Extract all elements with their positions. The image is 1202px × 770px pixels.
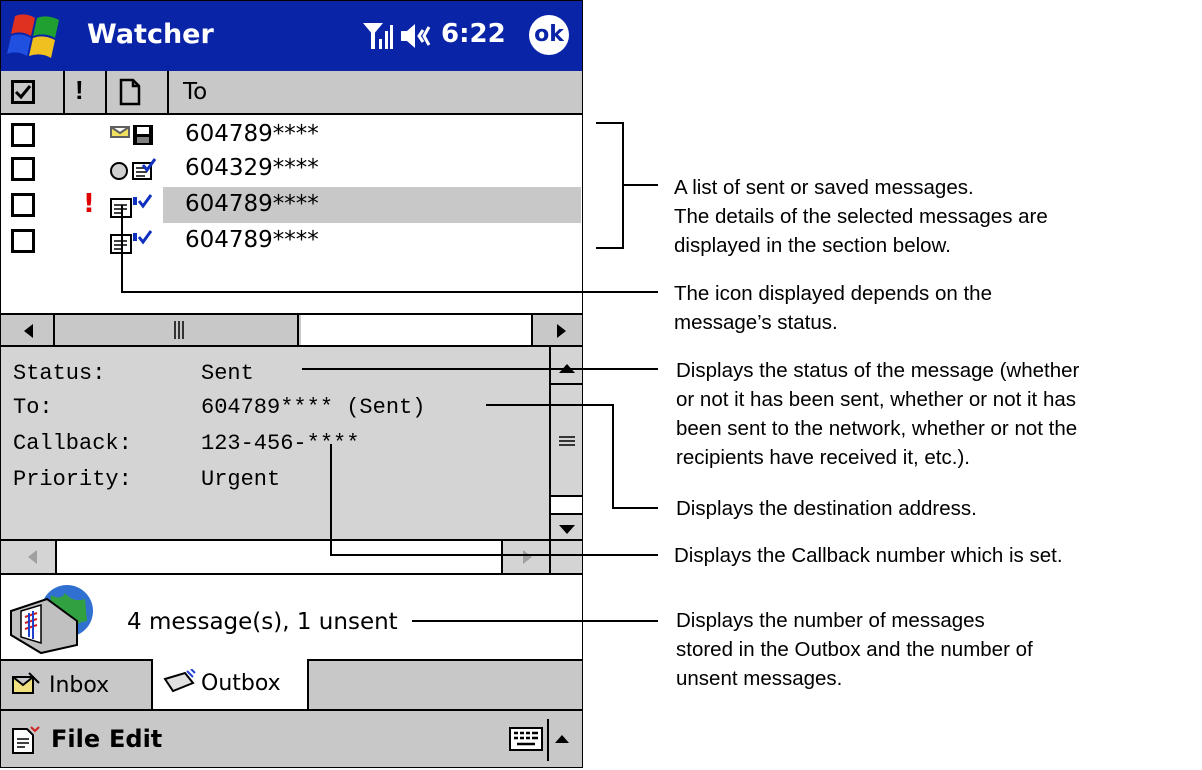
annotation-destination: Displays the destination address. [676, 497, 977, 520]
annotation-icon: The icon displayed depends on the messag… [674, 282, 992, 334]
annotation-count: Displays the number of messages stored i… [676, 609, 1033, 690]
annotation-status: Displays the status of the message (whet… [676, 359, 1080, 469]
annotation-list: A list of sent or saved messages. The de… [674, 176, 1048, 257]
annotation-callback: Displays the Callback number which is se… [674, 544, 1063, 567]
